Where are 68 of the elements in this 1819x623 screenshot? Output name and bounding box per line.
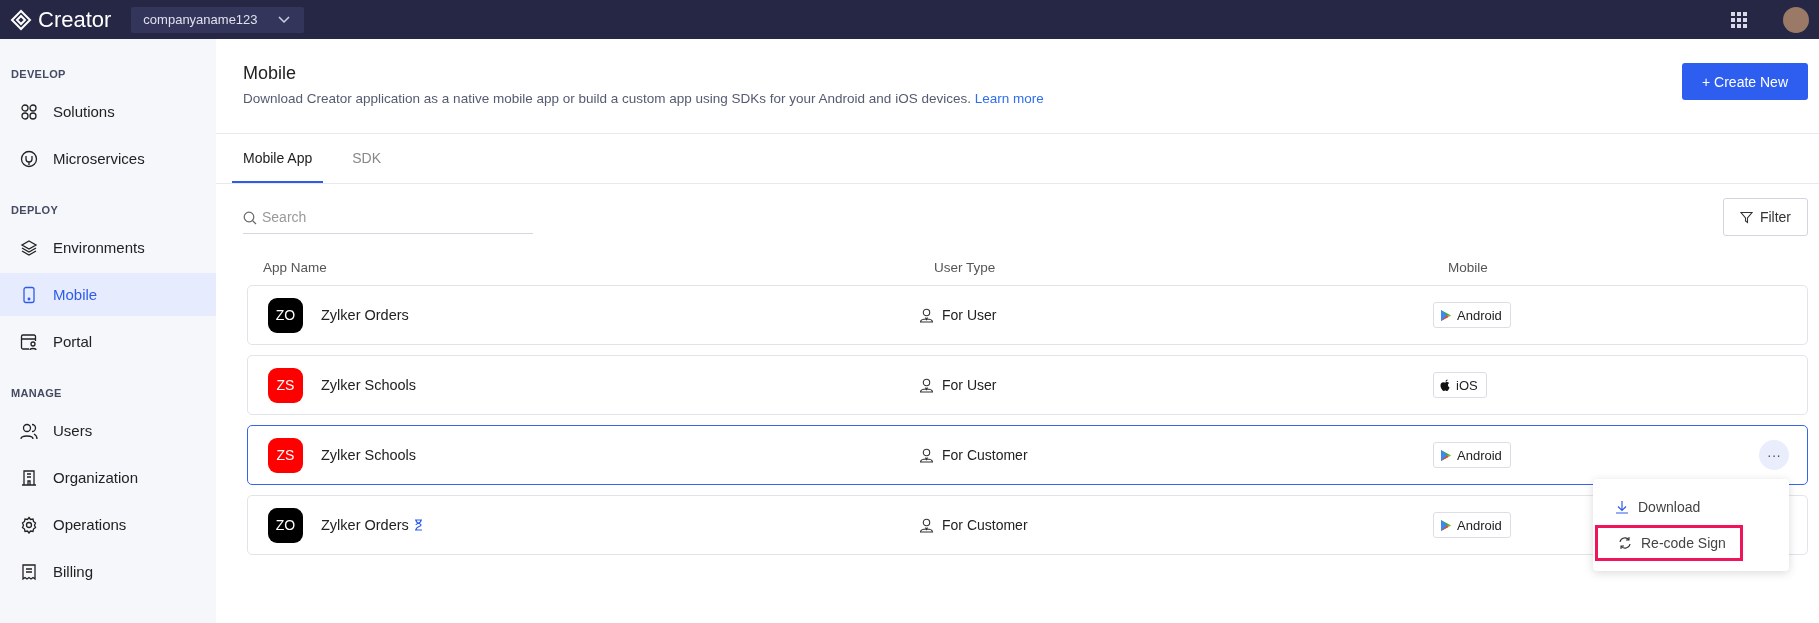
page-title: Mobile [243, 63, 298, 84]
table-row[interactable]: ZO Zylker Orders For User Android [247, 285, 1808, 345]
app-name: Zylker Orders [321, 307, 409, 323]
app-initials-avatar: ZO [268, 507, 303, 543]
building-icon [20, 468, 38, 487]
platform-badge: Android [1433, 442, 1511, 468]
section-heading: MANAGE [10, 387, 63, 399]
plug-icon [20, 149, 38, 168]
play-store-icon [1440, 518, 1452, 532]
column-header: Mobile [1448, 260, 1488, 275]
play-store-icon [1440, 448, 1452, 462]
menu-item[interactable]: Re-code Sign [1595, 525, 1743, 561]
sidebar-item[interactable]: Mobile [0, 273, 216, 316]
org-dropdown[interactable]: companyaname123 [131, 6, 304, 33]
user-type: For User [942, 377, 997, 393]
platform-badge: Android [1433, 302, 1511, 328]
filter-button[interactable]: Filter [1722, 198, 1808, 236]
create-new-button[interactable]: + Create New [1682, 63, 1808, 100]
column-header: App Name [263, 260, 328, 275]
sidebar-item[interactable]: Microservices [0, 137, 216, 180]
sidebar-item[interactable]: Solutions [0, 90, 216, 133]
sidebar-item[interactable]: Users [0, 409, 216, 452]
filter-icon [1739, 210, 1753, 224]
logo-icon [10, 8, 32, 31]
app-initials-avatar: ZS [268, 367, 303, 403]
tab[interactable]: SDK [341, 134, 393, 183]
app-initials-avatar: ZS [268, 437, 303, 473]
phone-icon [20, 285, 38, 304]
section-heading: DEPLOY [10, 204, 60, 216]
settings-icon [20, 515, 38, 534]
user-type: For Customer [942, 447, 1028, 463]
user-tie-icon [919, 447, 934, 463]
user-icon [919, 377, 934, 393]
section-heading: DEVELOP [10, 68, 67, 80]
tab[interactable]: Mobile App [232, 134, 324, 183]
app-name: Zylker Orders [321, 517, 409, 533]
app-grid-icon[interactable] [1731, 11, 1747, 28]
app-name: Zylker Schools [321, 377, 417, 393]
chevron-down-icon [277, 15, 290, 24]
app-name: Zylker Schools [321, 447, 417, 463]
user-avatar[interactable] [1783, 6, 1809, 33]
play-store-icon [1440, 308, 1452, 322]
layers-icon [20, 238, 38, 257]
platform-badge: Android [1433, 512, 1511, 538]
platform-badge: iOS [1433, 372, 1487, 398]
learn-more-link[interactable]: Learn more [974, 91, 1044, 106]
portal-icon [20, 332, 38, 351]
sidebar-item[interactable]: Portal [0, 320, 216, 363]
user-tie-icon [919, 517, 934, 533]
sidebar-item[interactable]: Billing [0, 550, 216, 593]
page-description: Download Creator application as a native mobile app or build a custom app using SDKs for your Android and iOS devices. Learn more [243, 91, 1044, 106]
sidebar-item[interactable]: Environments [0, 226, 216, 269]
user-type: For User [942, 307, 997, 323]
table-row[interactable]: ZS Zylker Schools For User iOS [247, 355, 1808, 415]
user-type: For Customer [942, 517, 1028, 533]
column-header: User Type [934, 260, 997, 275]
refresh-icon [1618, 536, 1632, 550]
four-circles-icon [20, 102, 38, 121]
user-icon [919, 307, 934, 323]
receipt-icon [20, 562, 38, 581]
download-icon [1615, 500, 1629, 514]
sidebar-item[interactable]: Operations [0, 503, 216, 546]
sidebar-item[interactable]: Organization [0, 456, 216, 499]
app-initials-avatar: ZO [268, 297, 303, 333]
more-options-button[interactable]: ··· [1759, 440, 1789, 470]
apple-icon [1440, 378, 1451, 392]
users-icon [20, 421, 38, 440]
app-logo-text: Creator [38, 6, 112, 33]
